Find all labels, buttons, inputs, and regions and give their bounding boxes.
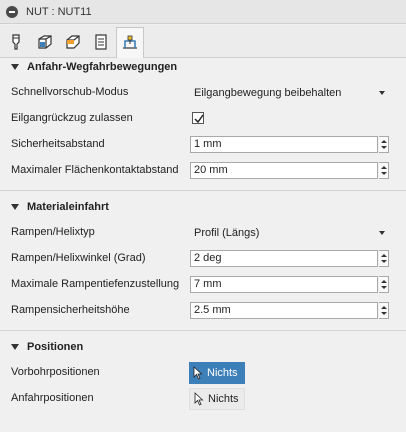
allow-rapid-retract-label: Eilgangrückzug zulassen	[11, 112, 133, 124]
predrill-row: Vorbohrpositionen Nichts	[0, 362, 406, 384]
settings-panel: Anfahr-Wegfahrbewegungen Schnellvorschub…	[0, 58, 406, 432]
tab-linking[interactable]	[116, 27, 144, 58]
ramp-type-value: Profil (Längs)	[194, 227, 260, 239]
dropdown-arrow-icon	[379, 91, 385, 95]
tool-icon	[12, 34, 20, 50]
rapid-mode-row: Schnellvorschub-Modus Eilgangbewegung be…	[0, 82, 406, 104]
ramp-stepdown-row: Maximale Rampentiefenzustellung 7 mm	[0, 274, 406, 296]
section-positions-header[interactable]: Positionen	[0, 338, 406, 356]
ramp-clearance-spinner[interactable]	[379, 302, 389, 319]
max-stay-down-label: Maximaler Flächenkontaktabstand	[11, 164, 179, 176]
ramp-stepdown-spinner[interactable]	[379, 276, 389, 293]
tab-tool[interactable]	[2, 27, 30, 57]
ramp-type-row: Rampen/Helixtyp Profil (Längs)	[0, 222, 406, 244]
divider	[0, 190, 406, 191]
ramp-type-label: Rampen/Helixtyp	[11, 226, 95, 238]
collapse-icon[interactable]	[6, 5, 18, 18]
section-title: Positionen	[27, 341, 84, 353]
dropdown-arrow-icon	[379, 231, 385, 235]
tab-bar	[0, 25, 406, 58]
title-bar: NUT : NUT11	[0, 0, 406, 24]
divider	[0, 330, 406, 331]
allow-rapid-retract-checkbox[interactable]	[192, 112, 204, 124]
ramp-stepdown-label: Maximale Rampentiefenzustellung	[11, 278, 180, 290]
section-approach-header[interactable]: Anfahr-Wegfahrbewegungen	[0, 58, 406, 76]
heights-icon	[66, 35, 80, 49]
entry-positions-value: Nichts	[208, 393, 239, 405]
safe-distance-input[interactable]: 1 mm	[190, 136, 378, 153]
predrill-label: Vorbohrpositionen	[11, 366, 100, 378]
max-stay-down-input[interactable]: 20 mm	[190, 162, 378, 179]
ramp-type-dropdown[interactable]: Profil (Längs)	[189, 222, 391, 244]
max-stay-down-spinner[interactable]	[379, 162, 389, 179]
ramp-stepdown-input[interactable]: 7 mm	[190, 276, 378, 293]
section-title: Anfahr-Wegfahrbewegungen	[27, 61, 178, 73]
tab-passes[interactable]	[87, 27, 115, 57]
collapse-triangle-icon	[11, 64, 19, 70]
ramp-angle-spinner[interactable]	[379, 250, 389, 267]
ramp-clearance-row: Rampensicherheitshöhe 2.5 mm	[0, 300, 406, 322]
rapid-mode-dropdown[interactable]: Eilgangbewegung beibehalten	[189, 82, 391, 104]
predrill-value: Nichts	[207, 367, 238, 379]
safe-distance-spinner[interactable]	[379, 136, 389, 153]
safe-distance-row: Sicherheitsabstand 1 mm	[0, 134, 406, 156]
ramp-angle-row: Rampen/Helixwinkel (Grad) 2 deg	[0, 248, 406, 270]
max-stay-down-row: Maximaler Flächenkontaktabstand 20 mm	[0, 160, 406, 182]
safe-distance-label: Sicherheitsabstand	[11, 138, 105, 150]
collapse-triangle-icon	[11, 344, 19, 350]
passes-icon	[95, 34, 107, 50]
tab-heights[interactable]	[59, 27, 87, 57]
rapid-mode-value: Eilgangbewegung beibehalten	[194, 87, 342, 99]
rapid-mode-label: Schnellvorschub-Modus	[11, 86, 129, 98]
geometry-icon	[38, 35, 52, 49]
section-entry-header[interactable]: Materialeinfahrt	[0, 198, 406, 216]
ramp-angle-input[interactable]: 2 deg	[190, 250, 378, 267]
linking-icon	[123, 35, 137, 49]
ramp-clearance-label: Rampensicherheitshöhe	[11, 304, 130, 316]
dialog-title: NUT : NUT11	[26, 5, 92, 18]
allow-rapid-retract-row: Eilgangrückzug zulassen	[0, 108, 406, 130]
ramp-angle-label: Rampen/Helixwinkel (Grad)	[11, 252, 146, 264]
entry-positions-row: Anfahrpositionen Nichts	[0, 388, 406, 410]
collapse-triangle-icon	[11, 204, 19, 210]
entry-positions-select-button[interactable]: Nichts	[189, 388, 245, 410]
entry-positions-label: Anfahrpositionen	[11, 392, 94, 404]
tab-geometry[interactable]	[31, 27, 59, 57]
cursor-arrow-icon	[194, 392, 204, 406]
section-title: Materialeinfahrt	[27, 201, 109, 213]
checkmark-icon	[194, 114, 204, 124]
ramp-clearance-input[interactable]: 2.5 mm	[190, 302, 378, 319]
cursor-arrow-icon	[193, 366, 203, 380]
predrill-select-button[interactable]: Nichts	[189, 362, 245, 384]
